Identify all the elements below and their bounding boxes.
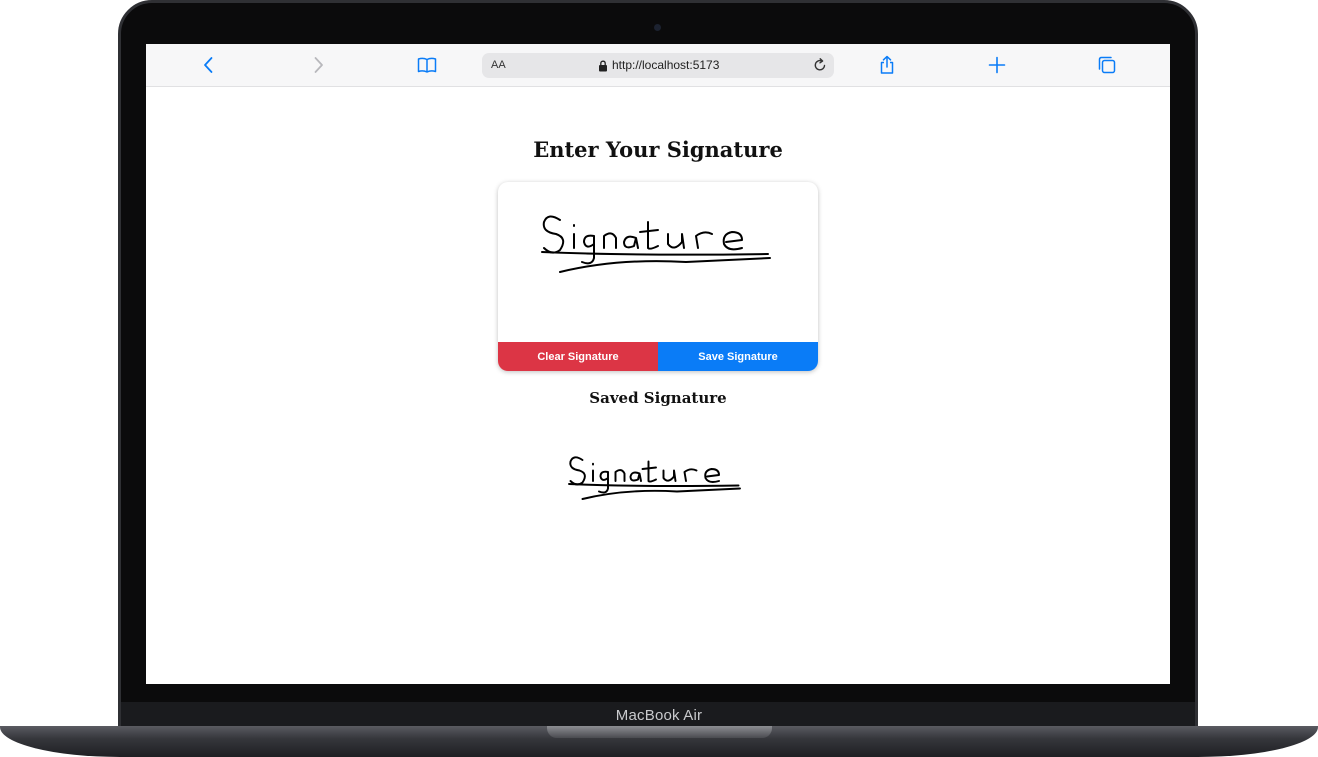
saved-signature-title: Saved Signature bbox=[589, 389, 727, 407]
text-size-button[interactable]: AA bbox=[491, 59, 506, 71]
saved-signature-image bbox=[536, 444, 776, 524]
signature-drawing bbox=[541, 215, 771, 273]
clear-signature-button[interactable]: Clear Signature bbox=[498, 342, 658, 371]
device-brand-label: MacBook Air bbox=[615, 707, 703, 724]
saved-signature-drawing bbox=[568, 456, 741, 500]
book-icon[interactable] bbox=[416, 54, 438, 76]
laptop-base-notch bbox=[547, 726, 772, 738]
address-bar[interactable]: AA http://localhost:5173 bbox=[482, 53, 834, 78]
plus-icon[interactable] bbox=[986, 54, 1008, 76]
browser-toolbar: AA http://localhost:5173 bbox=[146, 44, 1170, 87]
chevron-right-icon[interactable] bbox=[307, 54, 329, 76]
signature-canvas[interactable] bbox=[498, 182, 818, 342]
signature-pad: Clear Signature Save Signature bbox=[498, 182, 818, 371]
lock-icon bbox=[598, 59, 608, 72]
reload-icon[interactable] bbox=[812, 57, 828, 73]
tabs-icon[interactable] bbox=[1096, 54, 1118, 76]
page-title: Enter Your Signature bbox=[533, 137, 783, 162]
camera-dot bbox=[654, 24, 661, 31]
share-icon[interactable] bbox=[876, 54, 898, 76]
url-text[interactable]: http://localhost:5173 bbox=[612, 58, 719, 72]
chevron-left-icon[interactable] bbox=[198, 54, 220, 76]
save-signature-button[interactable]: Save Signature bbox=[658, 342, 818, 371]
browser-screen: AA http://localhost:5173 Enter Your Sign… bbox=[146, 44, 1170, 684]
